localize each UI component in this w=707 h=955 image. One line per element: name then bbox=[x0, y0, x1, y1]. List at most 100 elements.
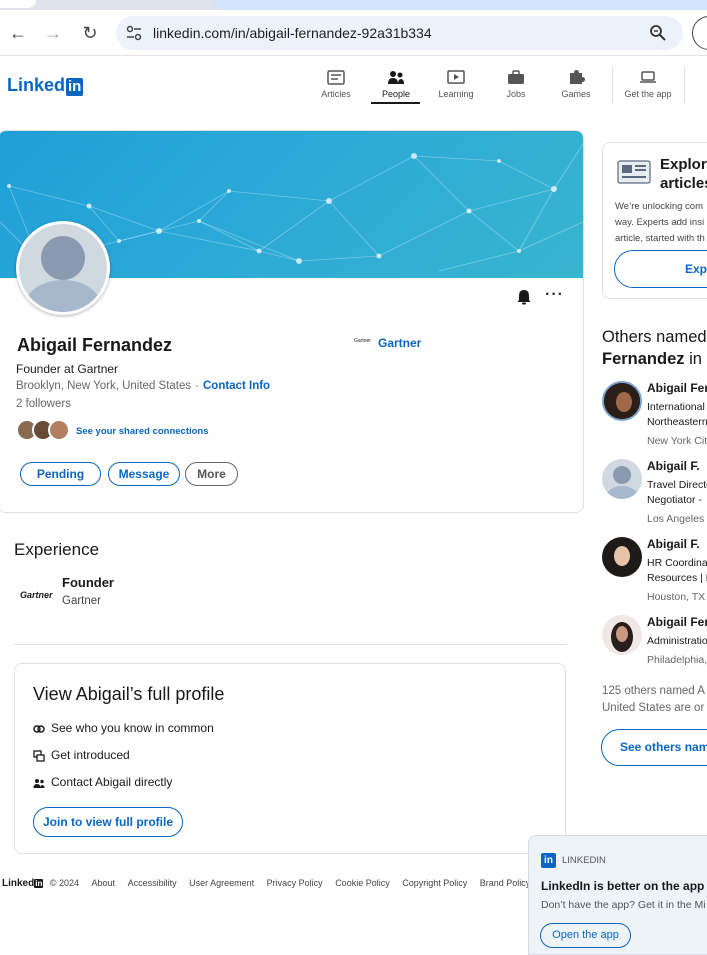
footer-logo-text: Linked bbox=[2, 878, 35, 889]
footer-copyright: © 2024 bbox=[49, 878, 80, 888]
company-name[interactable]: Gartner bbox=[378, 336, 421, 350]
nav-people[interactable]: People bbox=[371, 70, 421, 99]
linkedin-logo[interactable]: Linked in bbox=[7, 75, 84, 96]
contact-people-icon bbox=[33, 778, 45, 788]
reload-icon[interactable]: ↻ bbox=[79, 22, 101, 44]
more-options-icon[interactable]: ··· bbox=[545, 286, 564, 304]
toast-label: LINKEDIN bbox=[562, 855, 606, 866]
linkedin-small-logo-icon: in bbox=[541, 853, 556, 868]
experience-company-logo[interactable]: Gartner bbox=[20, 590, 53, 600]
section-divider bbox=[14, 644, 566, 645]
message-button[interactable]: Message bbox=[108, 462, 180, 486]
full-profile-item: Contact Abigail directly bbox=[33, 775, 172, 789]
person-card[interactable]: Abigail Fern Administratio Philadelphia, bbox=[602, 615, 707, 670]
followers-count: 2 followers bbox=[16, 398, 71, 410]
shared-connections-link[interactable]: See your shared connections bbox=[76, 426, 209, 437]
bell-icon[interactable] bbox=[516, 289, 532, 305]
footer-logo-in: in bbox=[34, 879, 44, 888]
page-footer: Linkedin © 2024 About Accessibility User… bbox=[2, 878, 542, 892]
open-app-button[interactable]: Open the app bbox=[540, 923, 631, 948]
laptop-icon bbox=[640, 71, 656, 83]
browser-tab-strip bbox=[0, 0, 707, 10]
footer-link-accessibility[interactable]: Accessibility bbox=[128, 878, 177, 888]
full-profile-item: See who you know in common bbox=[33, 721, 214, 735]
full-profile-card: View Abigail’s full profile See who you … bbox=[14, 663, 566, 854]
connection-avatar bbox=[48, 419, 70, 441]
nav-active-underline bbox=[371, 102, 420, 104]
link-circles-icon bbox=[33, 725, 45, 733]
back-arrow-icon[interactable]: ← bbox=[7, 22, 29, 44]
profile-name: Abigail Fernandez bbox=[17, 335, 173, 355]
pending-button[interactable]: Pending bbox=[20, 462, 101, 486]
footer-link-copyright-policy[interactable]: Copyright Policy bbox=[402, 878, 467, 888]
footer-link-user-agreement[interactable]: User Agreement bbox=[189, 878, 254, 888]
person-card[interactable]: Abigail F. Travel Directo Negotiator - L… bbox=[602, 459, 707, 527]
browser-tab-area[interactable] bbox=[212, 0, 707, 10]
others-count-line: United States are or bbox=[602, 702, 705, 714]
explore-desc-line: way. Experts add insi bbox=[615, 217, 705, 228]
person-avatar[interactable] bbox=[602, 537, 642, 577]
person-headline: Northeastern bbox=[647, 416, 707, 428]
nav-jobs[interactable]: Jobs bbox=[491, 70, 541, 99]
url-text[interactable]: linkedin.com/in/abigail-fernandez-92a31b… bbox=[153, 25, 432, 41]
linkedin-header: Linked in Articles People Learning Jobs G… bbox=[0, 57, 707, 117]
person-location: New York Cit bbox=[647, 435, 707, 447]
site-settings-icon[interactable] bbox=[124, 23, 144, 43]
experience-company[interactable]: Gartner bbox=[62, 595, 101, 607]
person-location: Philadelphia, bbox=[647, 654, 707, 666]
see-others-button[interactable]: See others name bbox=[601, 729, 707, 766]
articles-icon bbox=[327, 70, 345, 85]
explore-articles-card: Explore articles We’re unlocking com way.… bbox=[602, 142, 707, 299]
footer-link-cookie-policy[interactable]: Cookie Policy bbox=[335, 878, 390, 888]
person-photo bbox=[602, 537, 642, 577]
people-icon bbox=[388, 71, 404, 84]
person-headline: HR Coordinat bbox=[647, 557, 707, 569]
company-logo: Gartner bbox=[354, 338, 371, 344]
person-headline: Resources | H bbox=[647, 572, 707, 584]
experience-role: Founder bbox=[62, 575, 114, 590]
explore-title-line: articles bbox=[660, 175, 707, 192]
more-button[interactable]: More bbox=[185, 462, 238, 486]
person-name[interactable]: Abigail Fern bbox=[647, 615, 707, 629]
footer-link-about[interactable]: About bbox=[92, 878, 116, 888]
articles-illustration-icon bbox=[617, 160, 651, 184]
contact-info-link[interactable]: Contact Info bbox=[203, 380, 270, 392]
experience-heading: Experience bbox=[14, 540, 100, 559]
browser-tab-active[interactable] bbox=[0, 0, 36, 8]
logo-in: in bbox=[66, 78, 84, 96]
zoom-icon[interactable] bbox=[649, 24, 667, 42]
location-text: Brooklyn, New York, United States bbox=[16, 380, 192, 392]
nav-learning-label: Learning bbox=[438, 89, 474, 99]
browser-toolbar: ← → ↻ linkedin.com/in/abigail-fernandez-… bbox=[0, 10, 707, 56]
footer-logo[interactable]: Linkedin bbox=[2, 878, 44, 889]
nav-games[interactable]: Games bbox=[551, 70, 601, 99]
profile-avatar[interactable] bbox=[16, 221, 110, 315]
person-card[interactable]: Abigail F. HR Coordinat Resources | H Ho… bbox=[602, 537, 707, 605]
join-to-view-button[interactable]: Join to view full profile bbox=[33, 807, 183, 837]
toast-subtext: Don’t have the app? Get it in the Mi bbox=[541, 899, 706, 911]
person-name[interactable]: Abigail Fern bbox=[647, 381, 707, 395]
browser-profile-button[interactable] bbox=[692, 16, 707, 50]
person-avatar[interactable] bbox=[602, 381, 642, 421]
profile-card: ··· Abigail Fernandez Founder at Gartner… bbox=[0, 130, 584, 513]
full-profile-title: View Abigail’s full profile bbox=[33, 684, 225, 704]
person-avatar[interactable] bbox=[602, 459, 642, 499]
person-avatar[interactable] bbox=[602, 615, 642, 655]
person-name[interactable]: Abigail F. bbox=[647, 537, 700, 551]
address-bar[interactable]: linkedin.com/in/abigail-fernandez-92a31b… bbox=[116, 16, 683, 50]
nav-get-the-app[interactable]: Get the app bbox=[623, 70, 673, 99]
footer-link-brand-policy[interactable]: Brand Policy bbox=[480, 878, 531, 888]
nav-articles[interactable]: Articles bbox=[311, 70, 361, 99]
others-title-surname: Fernandez bbox=[602, 350, 685, 368]
learning-icon bbox=[447, 70, 465, 84]
explore-button[interactable]: Expl bbox=[614, 250, 707, 288]
footer-link-privacy-policy[interactable]: Privacy Policy bbox=[267, 878, 323, 888]
person-name[interactable]: Abigail F. bbox=[647, 459, 700, 473]
others-count-line: 125 others named A bbox=[602, 685, 705, 697]
person-card[interactable]: Abigail Fern International Northeastern … bbox=[602, 381, 707, 449]
full-profile-item-text: Get introduced bbox=[51, 748, 130, 762]
nav-learning[interactable]: Learning bbox=[431, 70, 481, 99]
forward-arrow-icon[interactable]: → bbox=[42, 22, 64, 44]
person-headline: Negotiator - bbox=[647, 494, 702, 506]
app-promo-toast: in LINKEDIN LinkedIn is better on the ap… bbox=[528, 835, 707, 955]
